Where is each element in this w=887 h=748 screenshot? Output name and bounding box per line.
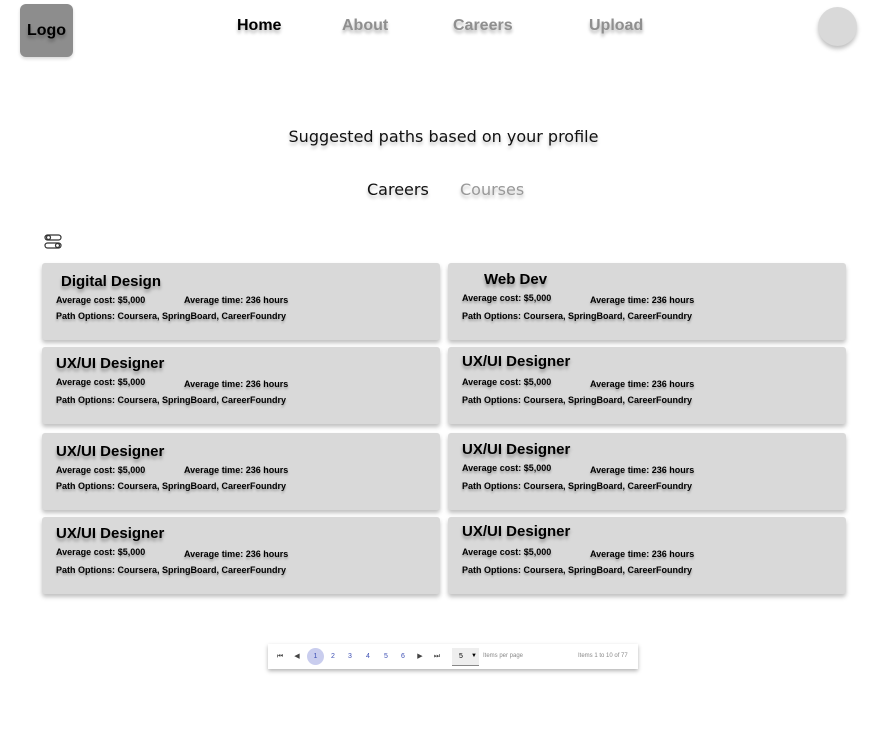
card-cost: Average cost: $5,000 <box>56 547 146 557</box>
card-options: Path Options: Coursera, SpringBoard, Car… <box>56 311 287 321</box>
card-time: Average time: 236 hours <box>184 549 289 559</box>
card-title: UX/UI Designer <box>56 443 165 460</box>
next-page-button[interactable]: ▶ <box>415 644 425 669</box>
first-page-button[interactable]: ⏮ <box>275 644 285 669</box>
card-title: UX/UI Designer <box>56 355 165 372</box>
card-time: Average time: 236 hours <box>184 465 289 475</box>
card-time: Average time: 236 hours <box>184 379 289 389</box>
page-heading: Suggested paths based on your profile <box>288 127 599 146</box>
card-cost: Average cost: $5,000 <box>462 377 552 387</box>
card-options: Path Options: Coursera, SpringBoard, Car… <box>462 565 693 575</box>
items-range-text: Items 1 to 10 of 77 <box>578 653 628 659</box>
career-card[interactable]: UX/UI Designer Average cost: $5,000 Aver… <box>42 433 440 510</box>
card-cost: Average cost: $5,000 <box>56 465 146 475</box>
page-button-1[interactable]: 1 <box>307 648 324 665</box>
filter-toggle-icon[interactable] <box>44 233 62 251</box>
card-cost: Average cost: $5,000 <box>462 547 552 557</box>
items-per-page-label: Items per page <box>483 653 524 659</box>
card-time: Average time: 236 hours <box>590 379 695 389</box>
avatar[interactable] <box>818 7 857 46</box>
career-card[interactable]: UX/UI Designer Average cost: $5,000 Aver… <box>42 517 440 594</box>
pagination-bar: ⏮ ◀ 1 2 3 4 5 6 ▶ ⏭ 5 ▼ Items per page I… <box>268 644 638 669</box>
page-button-4[interactable]: 4 <box>363 644 373 669</box>
card-title: UX/UI Designer <box>462 353 571 370</box>
nav-about[interactable]: About <box>342 17 388 35</box>
logo[interactable]: Logo <box>20 4 73 57</box>
card-cost: Average cost: $5,000 <box>462 293 552 303</box>
card-title: Web Dev <box>484 271 548 288</box>
tab-careers[interactable]: Careers <box>367 180 429 199</box>
card-cost: Average cost: $5,000 <box>56 377 146 387</box>
items-per-page-value: 5 <box>459 653 463 660</box>
card-options: Path Options: Coursera, SpringBoard, Car… <box>56 395 287 405</box>
items-per-page-select[interactable]: 5 ▼ <box>452 648 479 666</box>
page-button-3[interactable]: 3 <box>345 644 355 669</box>
prev-page-button[interactable]: ◀ <box>292 644 302 669</box>
nav-upload[interactable]: Upload <box>589 17 643 35</box>
card-cost: Average cost: $5,000 <box>462 463 552 473</box>
card-options: Path Options: Coursera, SpringBoard, Car… <box>56 481 287 491</box>
card-time: Average time: 236 hours <box>184 295 289 305</box>
career-card[interactable]: Web Dev Average cost: $5,000 Average tim… <box>448 263 846 340</box>
card-title: Digital Design <box>61 273 162 290</box>
card-options: Path Options: Coursera, SpringBoard, Car… <box>462 311 693 321</box>
card-time: Average time: 236 hours <box>590 549 695 559</box>
page-button-6[interactable]: 6 <box>398 644 408 669</box>
nav-careers[interactable]: Careers <box>453 17 513 35</box>
nav-home[interactable]: Home <box>237 17 281 35</box>
career-card[interactable]: UX/UI Designer Average cost: $5,000 Aver… <box>448 517 846 594</box>
card-time: Average time: 236 hours <box>590 465 695 475</box>
card-options: Path Options: Coursera, SpringBoard, Car… <box>462 481 693 491</box>
tab-courses[interactable]: Courses <box>460 180 524 199</box>
chevron-down-icon: ▼ <box>471 653 477 659</box>
career-card[interactable]: Digital Design Average cost: $5,000 Aver… <box>42 263 440 340</box>
last-page-button[interactable]: ⏭ <box>432 644 442 669</box>
page-button-5[interactable]: 5 <box>381 644 391 669</box>
card-title: UX/UI Designer <box>462 441 571 458</box>
card-cost: Average cost: $5,000 <box>56 295 146 305</box>
page-button-2[interactable]: 2 <box>328 644 338 669</box>
card-title: UX/UI Designer <box>56 525 165 542</box>
career-card[interactable]: UX/UI Designer Average cost: $5,000 Aver… <box>448 347 846 424</box>
card-options: Path Options: Coursera, SpringBoard, Car… <box>462 395 693 405</box>
career-card[interactable]: UX/UI Designer Average cost: $5,000 Aver… <box>448 433 846 510</box>
card-title: UX/UI Designer <box>462 523 571 540</box>
card-time: Average time: 236 hours <box>590 295 695 305</box>
career-card[interactable]: UX/UI Designer Average cost: $5,000 Aver… <box>42 347 440 424</box>
card-options: Path Options: Coursera, SpringBoard, Car… <box>56 565 287 575</box>
